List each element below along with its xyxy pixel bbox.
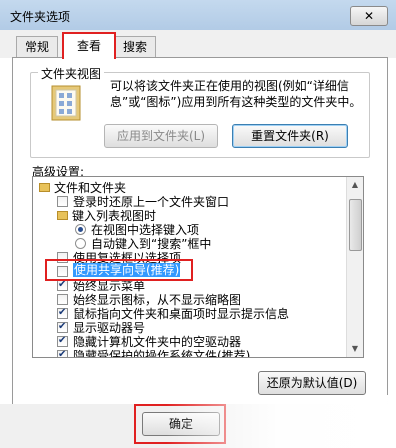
radio-button[interactable] xyxy=(75,224,86,235)
reset-folders-button[interactable]: 重置文件夹(R) xyxy=(232,124,348,148)
checkbox[interactable] xyxy=(57,334,68,348)
scroll-up-icon[interactable]: ▲ xyxy=(347,177,363,193)
checkbox[interactable] xyxy=(57,278,68,292)
checkbox[interactable] xyxy=(57,306,68,320)
close-button[interactable]: ✕ xyxy=(350,6,388,26)
folder-view-icon xyxy=(51,85,81,121)
scroll-thumb[interactable] xyxy=(349,199,362,251)
folder-views-description: 可以将该文件夹正在使用的视图(例如“详细信息”或“图标”)应用到所有这种类型的文… xyxy=(110,79,362,109)
light-glare xyxy=(166,395,396,448)
scrollbar[interactable]: ▲ ▼ xyxy=(346,177,363,357)
tab-search[interactable]: 搜索 xyxy=(114,36,156,57)
use-sharing-wizard-label[interactable]: 使用共享向导(推荐) xyxy=(73,263,181,277)
apply-to-folders-button[interactable]: 应用到文件夹(L) xyxy=(104,124,218,148)
restore-defaults-button[interactable]: 还原为默认值(D) xyxy=(258,371,366,395)
tab-general[interactable]: 常规 xyxy=(16,36,58,57)
folder-views-title: 文件夹视图 xyxy=(38,65,105,82)
tab-view[interactable]: 查看 xyxy=(62,32,116,59)
folder-icon xyxy=(39,183,50,192)
folder-icon xyxy=(57,211,68,220)
checkbox[interactable] xyxy=(57,348,68,357)
window-title: 文件夹选项 xyxy=(10,10,71,24)
tab-strip xyxy=(0,30,396,58)
checkbox[interactable] xyxy=(57,294,68,305)
title-bar: 文件夹选项 ✕ xyxy=(0,0,396,31)
radio-button[interactable] xyxy=(75,238,86,249)
checkbox[interactable] xyxy=(57,320,68,334)
checkbox[interactable] xyxy=(57,196,68,207)
scroll-down-icon[interactable]: ▼ xyxy=(347,341,363,357)
